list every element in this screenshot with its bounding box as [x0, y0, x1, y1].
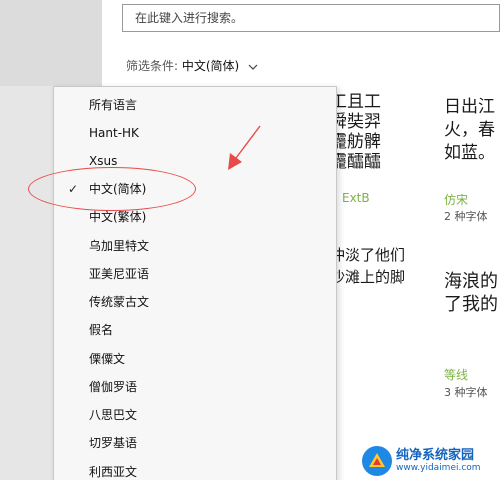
dropdown-item[interactable]: 假名 — [54, 316, 336, 344]
font-preview-text: 海浪的 了我的 — [444, 271, 498, 315]
watermark: 纯净系统家园 www.yidaimei.com — [362, 446, 481, 476]
language-dropdown[interactable]: 所有语言 Hant-HK Xsus ✓ 中文(简体) 中文(繁体) 乌加里特文 亚… — [53, 86, 337, 480]
font-preview-text: 工且工 舜奘羿 龗舫髀 龗醽醽 — [330, 92, 381, 172]
filter-row[interactable]: 筛选条件: 中文(简体) — [126, 57, 259, 74]
filter-label: 筛选条件: — [126, 59, 182, 73]
dropdown-item[interactable]: Hant-HK — [54, 119, 336, 147]
font-name[interactable]: 仿宋 — [444, 191, 468, 208]
watermark-title: 纯净系统家园 — [396, 448, 475, 463]
dropdown-item[interactable]: 所有语言 — [54, 91, 336, 119]
dropdown-item[interactable]: 利西亚文 — [54, 458, 336, 480]
dropdown-item[interactable]: 亚美尼亚语 — [54, 260, 336, 288]
font-preview-text: 日出江 火，春 如蓝。 — [444, 97, 495, 163]
watermark-logo-icon — [362, 446, 392, 476]
dropdown-item[interactable]: 切罗基语 — [54, 429, 336, 457]
font-preview-text: 冲淡了他们 沙滩上的脚 — [330, 246, 406, 286]
search-input[interactable] — [123, 5, 499, 31]
dropdown-item[interactable]: 僧伽罗语 — [54, 373, 336, 401]
watermark-url: www.yidaimei.com — [396, 463, 481, 473]
font-count: 2 种字体 — [444, 210, 488, 223]
dropdown-item[interactable]: 乌加里特文 — [54, 232, 336, 260]
font-name[interactable]: 等线 — [444, 366, 468, 383]
chevron-down-icon[interactable] — [247, 62, 259, 72]
font-name[interactable]: ExtB — [342, 191, 370, 205]
dropdown-item[interactable]: 傈僳文 — [54, 345, 336, 373]
search-box[interactable] — [122, 4, 500, 32]
dropdown-item[interactable]: 传统蒙古文 — [54, 288, 336, 316]
dropdown-item[interactable]: 八思巴文 — [54, 401, 336, 429]
font-count: 3 种字体 — [444, 386, 488, 399]
filter-value[interactable]: 中文(简体) — [182, 59, 239, 73]
left-panel-shade — [0, 0, 102, 86]
annotation-ellipse — [28, 167, 196, 211]
